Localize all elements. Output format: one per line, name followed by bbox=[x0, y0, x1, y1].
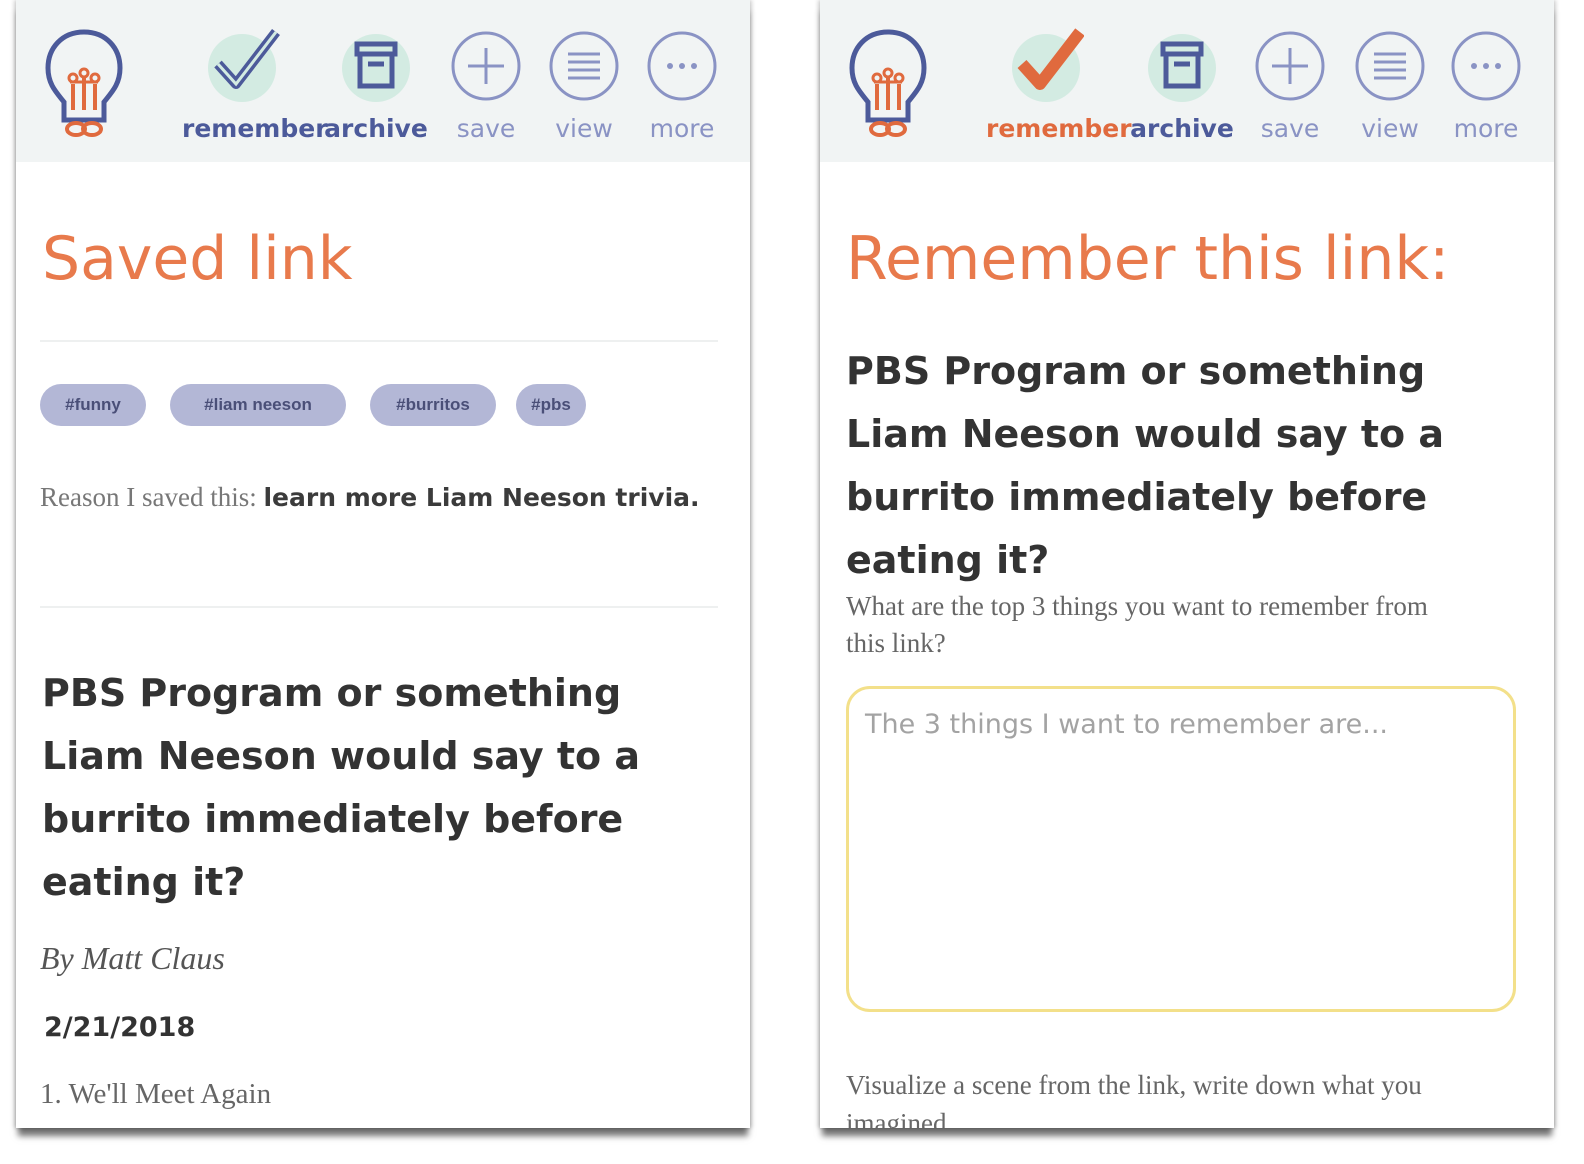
remember-things-input[interactable] bbox=[846, 686, 1516, 1012]
plus-circle-icon bbox=[1252, 28, 1328, 104]
checkmark-icon bbox=[204, 28, 280, 104]
more-button[interactable]: more bbox=[1426, 28, 1546, 150]
plus-circle-icon bbox=[448, 28, 524, 104]
archive-button[interactable]: archive bbox=[316, 28, 436, 150]
toolbar: remember archive save view more bbox=[820, 0, 1554, 162]
more-circle-icon bbox=[1448, 28, 1524, 104]
article-date: 2/21/2018 bbox=[44, 1012, 196, 1043]
page-title: Saved link bbox=[42, 224, 353, 294]
toolbar: remember archive save view more bbox=[16, 0, 750, 162]
archive-box-icon bbox=[338, 28, 414, 104]
more-button[interactable]: more bbox=[622, 28, 742, 150]
more-label: more bbox=[1453, 114, 1519, 143]
remember-label: remember bbox=[986, 114, 1132, 143]
remember-button[interactable]: remember bbox=[182, 28, 328, 150]
list-circle-icon bbox=[546, 28, 622, 104]
saved-link-screen: remember archive save view more Saved li… bbox=[16, 0, 750, 1128]
lightbulb-icon[interactable] bbox=[42, 28, 126, 144]
tag-funny[interactable]: #funny bbox=[40, 384, 146, 426]
list-circle-icon bbox=[1352, 28, 1428, 104]
remember-link-screen: remember archive save view more Remember… bbox=[820, 0, 1554, 1128]
more-circle-icon bbox=[644, 28, 720, 104]
remember-button[interactable]: remember bbox=[986, 28, 1132, 150]
archive-box-icon bbox=[1144, 28, 1220, 104]
reason-label: Reason I saved this: bbox=[40, 482, 257, 512]
article-byline: By Matt Claus bbox=[40, 940, 225, 976]
lightbulb-icon[interactable] bbox=[846, 28, 930, 144]
article-title[interactable]: PBS Program or something Liam Neeson wou… bbox=[846, 340, 1526, 592]
reason-value: learn more Liam Neeson trivia. bbox=[263, 483, 700, 512]
article-title[interactable]: PBS Program or something Liam Neeson wou… bbox=[42, 662, 702, 914]
tag-liam-neeson[interactable]: #liam neeson bbox=[170, 384, 346, 426]
page-title: Remember this link: bbox=[846, 224, 1450, 294]
divider bbox=[40, 606, 718, 608]
tag-burritos[interactable]: #burritos bbox=[370, 384, 496, 426]
tag-pbs[interactable]: #pbs bbox=[516, 384, 586, 426]
save-reason: Reason I saved this: learn more Liam Nee… bbox=[40, 474, 720, 521]
remember-label: remember bbox=[182, 114, 328, 143]
article-list-item: 1. We'll Meet Again bbox=[40, 1078, 272, 1110]
archive-button[interactable]: archive bbox=[1122, 28, 1242, 150]
visualize-prompt: Visualize a scene from the link, write d… bbox=[846, 1070, 1422, 1128]
more-label: more bbox=[649, 114, 715, 143]
archive-label: archive bbox=[1130, 114, 1234, 143]
divider bbox=[40, 340, 718, 342]
archive-label: archive bbox=[324, 114, 428, 143]
checkmark-icon bbox=[1008, 28, 1084, 104]
remember-question: What are the top 3 things you want to re… bbox=[846, 591, 1428, 658]
